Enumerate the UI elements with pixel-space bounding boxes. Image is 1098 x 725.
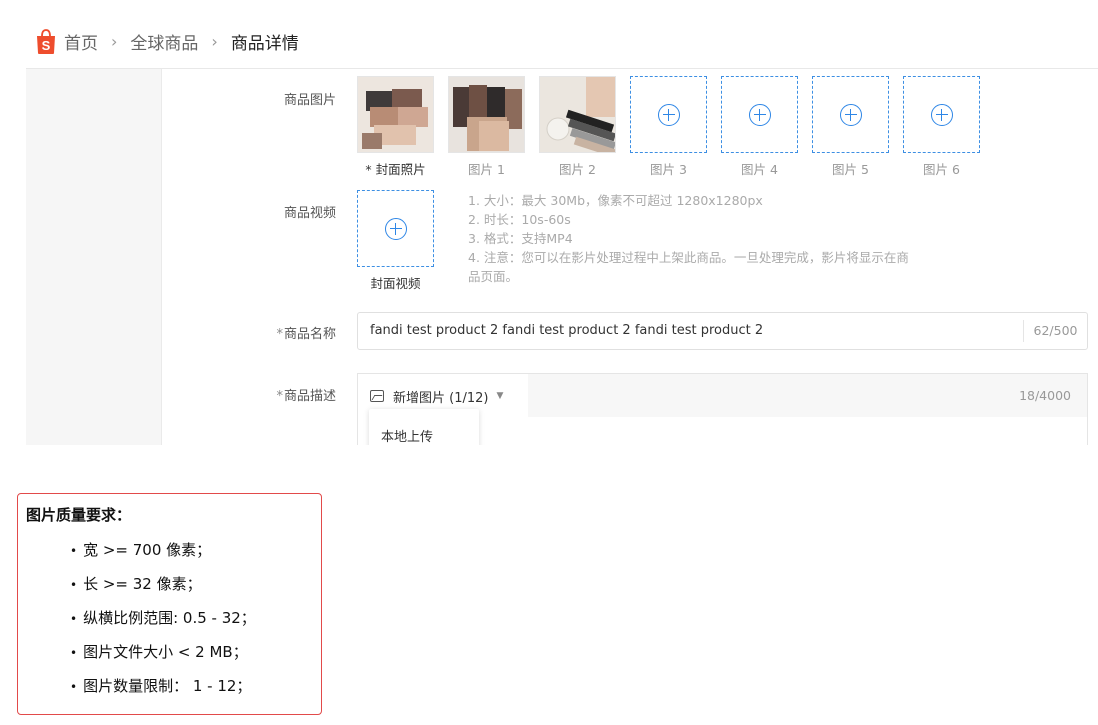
add-image-5-button[interactable] (812, 76, 889, 153)
add-image-6-button[interactable] (903, 76, 980, 153)
description-label: *商品描述 (216, 385, 336, 404)
image-5-caption: 图片 5 (832, 162, 869, 177)
plus-circle-icon (839, 103, 862, 126)
side-column (26, 69, 162, 445)
video-caption: 封面视频 (370, 276, 421, 291)
breadcrumb-global-products[interactable]: 全球商品 (130, 29, 198, 54)
image-icon (370, 390, 384, 402)
header: S 首页 › 全球商品 › 商品详情 (0, 0, 1098, 68)
requirement-item: 纵横比例范围: 0.5 - 32； (70, 604, 256, 638)
required-marker: * (276, 389, 283, 404)
images-label: 商品图片 (283, 93, 336, 108)
product-detail-panel: 商品图片 * 封面照片 图片 1 图片 2 图片 3 图片 4 图片 5 图片 … (26, 69, 1098, 445)
video-hint-line: 1. 大小：最大 30Mb，像素不可超过 1280x1280px (468, 193, 763, 208)
product-image-1[interactable] (448, 76, 525, 153)
plus-circle-icon (930, 103, 953, 126)
image-2-caption: 图片 2 (559, 162, 596, 177)
requirements-title: 图片质量要求： (26, 506, 132, 524)
add-video-button[interactable] (357, 190, 434, 267)
shopee-logo-icon[interactable]: S (34, 28, 58, 55)
product-name-value[interactable]: fandi test product 2 fandi test product … (370, 323, 763, 338)
image-6-caption: 图片 6 (923, 162, 960, 177)
product-image-2-photo (540, 77, 615, 152)
cover-image[interactable] (357, 76, 434, 153)
cover-image-caption: * 封面照片 (365, 162, 426, 177)
video-hint-line: 3. 格式：支持MP4 (468, 231, 573, 246)
name-label-text: 商品名称 (283, 327, 336, 342)
requirement-item: 图片数量限制： 1 - 12； (70, 672, 256, 706)
requirements-list: 宽 >= 700 像素； 长 >= 32 像素； 纵横比例范围: 0.5 - 3… (70, 536, 256, 706)
description-label-text: 商品描述 (283, 389, 336, 404)
image-3-caption: 图片 3 (650, 162, 687, 177)
product-name-char-count: 62/500 (1023, 320, 1087, 342)
video-hint-line: 品页面。 (468, 269, 519, 284)
chevron-right-icon: › (211, 32, 218, 51)
add-image-3-button[interactable] (630, 76, 707, 153)
video-hint-line: 2. 时长：10s-60s (468, 212, 571, 227)
requirement-item: 长 >= 32 像素； (70, 570, 256, 604)
dropdown-item-local-upload[interactable]: 本地上传 (381, 426, 433, 445)
product-name-input[interactable]: fandi test product 2 fandi test product … (357, 312, 1088, 350)
add-image-4-button[interactable] (721, 76, 798, 153)
product-image-1-photo (449, 77, 524, 152)
plus-circle-icon (748, 103, 771, 126)
add-image-label: 新增图片 (1/12) (393, 390, 489, 406)
video-label: 商品视频 (283, 206, 336, 221)
breadcrumb-current: 商品详情 (230, 34, 299, 54)
breadcrumb-home[interactable]: 首页 (64, 29, 98, 54)
video-requirements-hint: 1. 大小：最大 30Mb，像素不可超过 1280x1280px 2. 时长：1… (468, 191, 938, 286)
description-char-count: 18/4000 (1019, 388, 1071, 403)
chevron-right-icon: › (111, 32, 118, 51)
add-image-dropdown-menu: 本地上传 (369, 409, 479, 445)
cover-image-photo (358, 77, 433, 152)
product-image-2[interactable] (539, 76, 616, 153)
image-requirements-box: 图片质量要求： 宽 >= 700 像素； 长 >= 32 像素； 纵横比例范围:… (17, 493, 322, 715)
requirement-item: 宽 >= 700 像素； (70, 536, 256, 570)
caret-down-icon: ▼ (496, 391, 504, 401)
breadcrumb: 首页 › 全球商品 › 商品详情 (64, 29, 299, 54)
required-marker: * (276, 327, 283, 342)
requirement-item: 图片文件大小 < 2 MB； (70, 638, 256, 672)
video-hint-line: 4. 注意：您可以在影片处理过程中上架此商品。一旦处理完成，影片将显示在商 (468, 250, 909, 265)
image-4-caption: 图片 4 (741, 162, 778, 177)
name-label: *商品名称 (216, 323, 336, 342)
plus-circle-icon (657, 103, 680, 126)
svg-text:S: S (42, 38, 51, 53)
image-1-caption: 图片 1 (468, 162, 505, 177)
plus-circle-icon (384, 217, 407, 240)
